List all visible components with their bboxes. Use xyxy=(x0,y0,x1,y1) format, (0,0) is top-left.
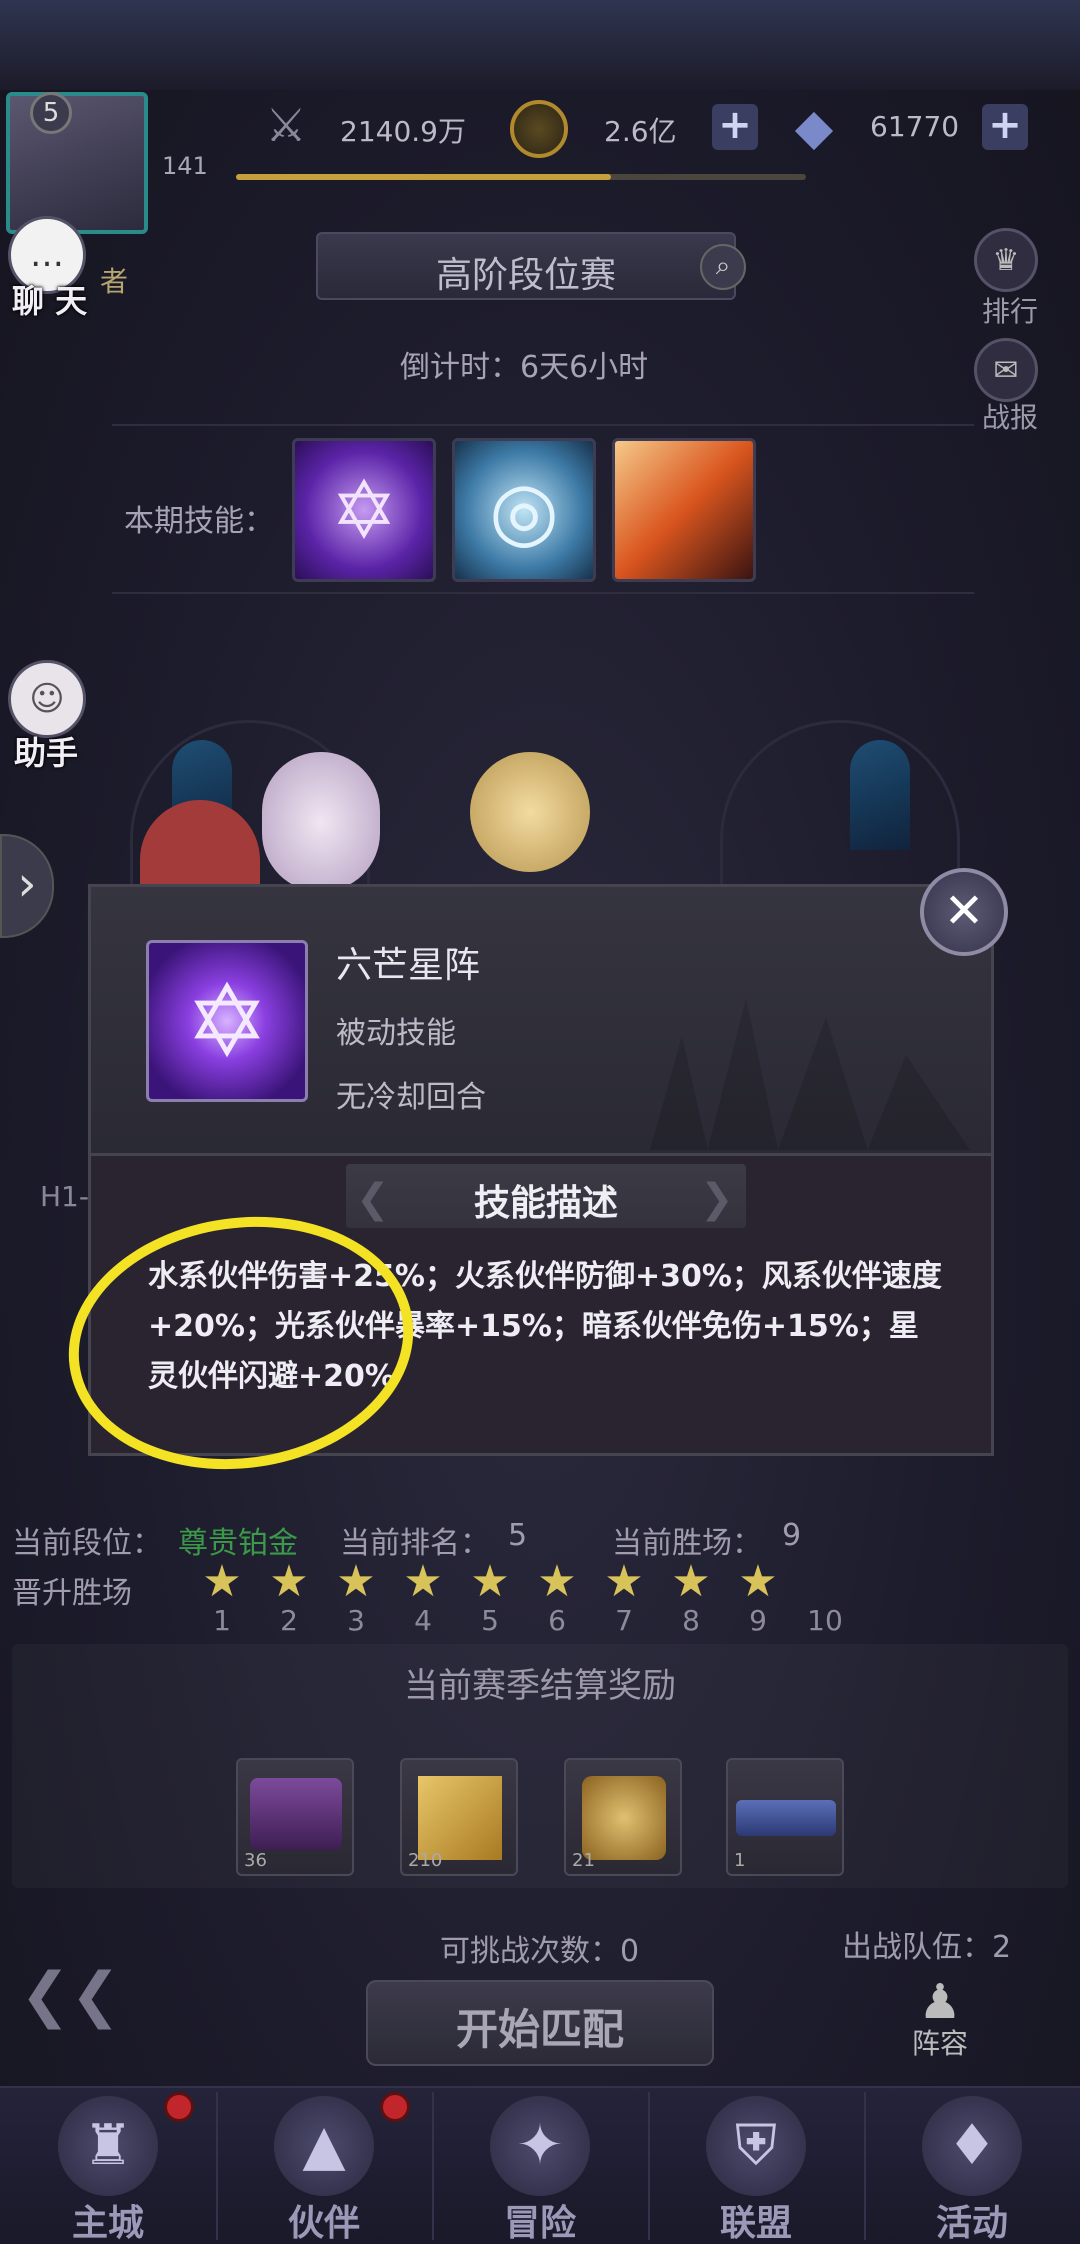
water-vortex-skill-icon[interactable]: ◎ xyxy=(452,438,596,582)
reward-count: 36 xyxy=(244,1850,267,1871)
promotion-label: 晋升胜场 xyxy=(12,1576,132,1611)
lineup-label[interactable]: 阵容 xyxy=(912,2022,968,2062)
diamond-value: 61770 xyxy=(870,110,960,143)
skill-type: 被动技能 xyxy=(336,1016,456,1051)
star-number: 4 xyxy=(414,1604,432,1637)
nav-item-events[interactable]: ♦ 活动 xyxy=(864,2086,1080,2244)
close-button[interactable]: ✕ xyxy=(920,868,1008,956)
nav-item-adventure[interactable]: ✦ 冒险 xyxy=(432,2086,648,2244)
reward-chest[interactable]: 36 xyxy=(236,1758,354,1876)
star-icon: ★ xyxy=(470,1556,510,1607)
fire-slash-skill-icon[interactable] xyxy=(612,438,756,582)
reward-title-card[interactable]: 1 xyxy=(726,1758,844,1876)
nav-label: 主城 xyxy=(71,2203,144,2244)
star-icon: ★ xyxy=(336,1556,376,1607)
challenge-count: 可挑战次数：0 xyxy=(440,1934,640,1969)
star-icon: ★ xyxy=(738,1556,778,1607)
power-value: 2140.9万 xyxy=(340,115,466,148)
reward-count: 21 xyxy=(572,1850,595,1871)
chest-icon xyxy=(250,1778,342,1850)
star-number: 7 xyxy=(615,1604,633,1637)
countdown-text: 倒计时：6天6小时 xyxy=(400,350,649,385)
star-number: 5 xyxy=(481,1604,499,1637)
sword-icon: ⚔ xyxy=(265,98,307,152)
nav-label: 活动 xyxy=(935,2203,1008,2244)
current-position-value: 5 xyxy=(508,1518,528,1553)
level-badge: 5 xyxy=(30,92,72,134)
character-blonde xyxy=(470,752,590,872)
nav-item-alliance[interactable]: ⛨ 联盟 xyxy=(648,2086,864,2244)
gold-coin-icon xyxy=(510,100,568,158)
back-arrow-icon[interactable]: ❮❮ xyxy=(20,1960,160,2030)
star-number: 2 xyxy=(280,1604,298,1637)
star-number: 9 xyxy=(749,1604,767,1637)
add-gold-button[interactable]: + xyxy=(712,104,758,150)
gold-value: 2.6亿 xyxy=(604,115,677,148)
progress-bar-fill xyxy=(236,174,611,180)
page-title: 高阶段位赛 xyxy=(435,255,616,296)
stained-window xyxy=(850,740,910,850)
title-card-icon xyxy=(736,1800,836,1836)
sky-strip xyxy=(0,0,1080,90)
diamond-icon: ◆ xyxy=(794,98,834,156)
star-icon: ★ xyxy=(403,1556,443,1607)
star-number: 8 xyxy=(682,1604,700,1637)
trophy-icon[interactable]: ♛ xyxy=(974,228,1038,292)
reward-envelope[interactable]: 210 xyxy=(400,1758,518,1876)
star-number: 6 xyxy=(548,1604,566,1637)
character-candy xyxy=(262,752,380,892)
shield-icon: ⛨ xyxy=(706,2096,806,2196)
description-title: 技能描述 xyxy=(473,1183,618,1224)
reward-scroll[interactable]: 21 xyxy=(564,1758,682,1876)
nav-label: 冒险 xyxy=(503,2203,576,2244)
assistant-icon[interactable]: ☺ xyxy=(8,660,86,738)
battle-report-icon[interactable]: ✉ xyxy=(974,338,1038,402)
castle-icon: ♜ xyxy=(58,2096,158,2196)
star-icon: ★ xyxy=(604,1556,644,1607)
reward-count: 210 xyxy=(408,1850,443,1871)
star-icon: ★ xyxy=(671,1556,711,1607)
reward-count: 1 xyxy=(734,1850,746,1871)
notification-dot xyxy=(164,2092,194,2122)
search-icon[interactable]: ⌕ xyxy=(700,244,746,290)
envelope-icon xyxy=(418,1776,502,1860)
witch-hat-icon: ▲ xyxy=(274,2096,374,2196)
ranking-label[interactable]: 排行 xyxy=(982,290,1038,330)
star-icon: ★ xyxy=(537,1556,577,1607)
star-number: 3 xyxy=(347,1604,365,1637)
nav-label: 联盟 xyxy=(719,2203,792,2244)
star-number: 1 xyxy=(213,1604,231,1637)
skill-name: 六芒星阵 xyxy=(336,945,481,986)
current-wins-value: 9 xyxy=(782,1518,802,1553)
scroll-icon xyxy=(582,1776,666,1860)
rewards-title: 当前赛季结算奖励 xyxy=(404,1666,676,1706)
partial-title: 者 xyxy=(100,265,129,298)
current-rank-label: 当前段位： xyxy=(12,1526,162,1561)
cards-icon: ♦ xyxy=(922,2096,1022,2196)
skills-label: 本期技能： xyxy=(124,504,274,539)
team-count: 出战队伍：2 xyxy=(842,1930,1012,1965)
star-icon: ★ xyxy=(202,1556,242,1607)
battle-report-label[interactable]: 战报 xyxy=(982,396,1038,436)
nav-label: 伙伴 xyxy=(287,2203,360,2244)
assistant-label[interactable]: 助手 xyxy=(14,728,78,774)
chat-label[interactable]: 聊 天 xyxy=(12,276,87,322)
notification-dot xyxy=(380,2092,410,2122)
add-diamond-button[interactable]: + xyxy=(982,104,1028,150)
skill-cooldown: 无冷却回合 xyxy=(336,1080,486,1115)
star-number: 10 xyxy=(807,1604,843,1637)
hexagram-skill-icon[interactable]: ✡ xyxy=(292,438,436,582)
star-icon: ★ xyxy=(269,1556,309,1607)
partial-bg-text: H1- xyxy=(40,1180,89,1213)
player-avatar[interactable] xyxy=(6,92,148,234)
compass-icon: ✦ xyxy=(490,2096,590,2196)
hexagram-icon: ✡ xyxy=(146,940,308,1102)
player-number: 141 xyxy=(162,152,208,180)
start-match-label[interactable]: 开始匹配 xyxy=(366,1996,714,2057)
